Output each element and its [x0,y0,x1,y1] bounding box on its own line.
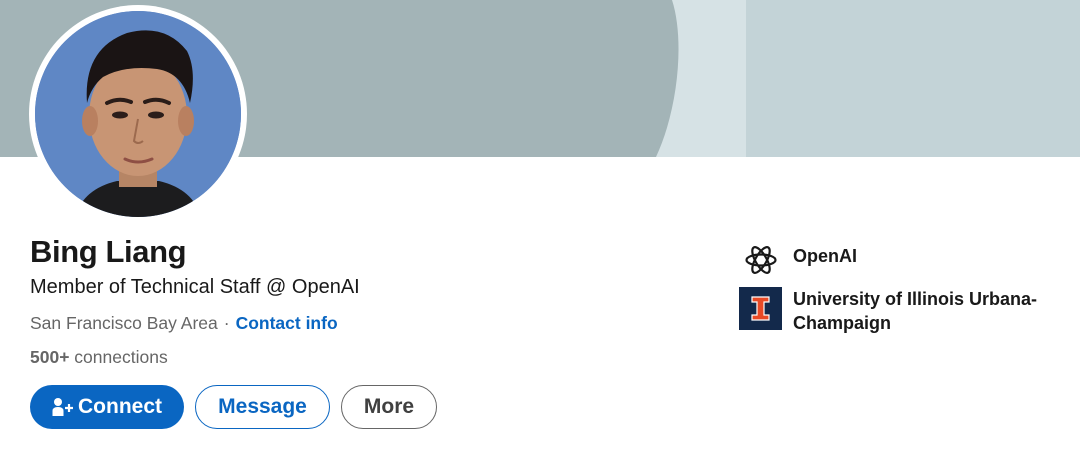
location-text: San Francisco Bay Area [30,313,218,333]
profile-name: Bing Liang [30,234,187,269]
more-button[interactable]: More [341,385,437,429]
profile-photo[interactable] [29,5,247,223]
avatar-portrait-image [35,11,241,217]
connections-count: 500+ connections [30,347,168,368]
connect-button[interactable]: Connect [30,385,184,429]
add-person-icon [52,398,73,416]
contact-info-link[interactable]: Contact info [236,313,338,333]
current-company-openai[interactable]: OpenAI [739,238,1073,281]
education-uiuc[interactable]: University of Illinois Urbana-Champaign [739,287,1073,335]
connect-label: Connect [78,395,162,418]
org-name-uiuc: University of Illinois Urbana-Champaign [793,289,1038,333]
profile-headline: Member of Technical Staff @ OpenAI [30,276,360,298]
uiuc-block-i-icon [739,287,782,330]
location-line: San Francisco Bay Area · Contact info [30,313,338,334]
connections-number: 500+ [30,347,70,367]
message-button[interactable]: Message [195,385,330,429]
connections-label: connections [74,347,168,367]
openai-logo-icon [739,238,782,281]
avatar [35,11,241,217]
separator-dot: · [223,313,230,333]
org-name-openai: OpenAI [793,246,858,266]
